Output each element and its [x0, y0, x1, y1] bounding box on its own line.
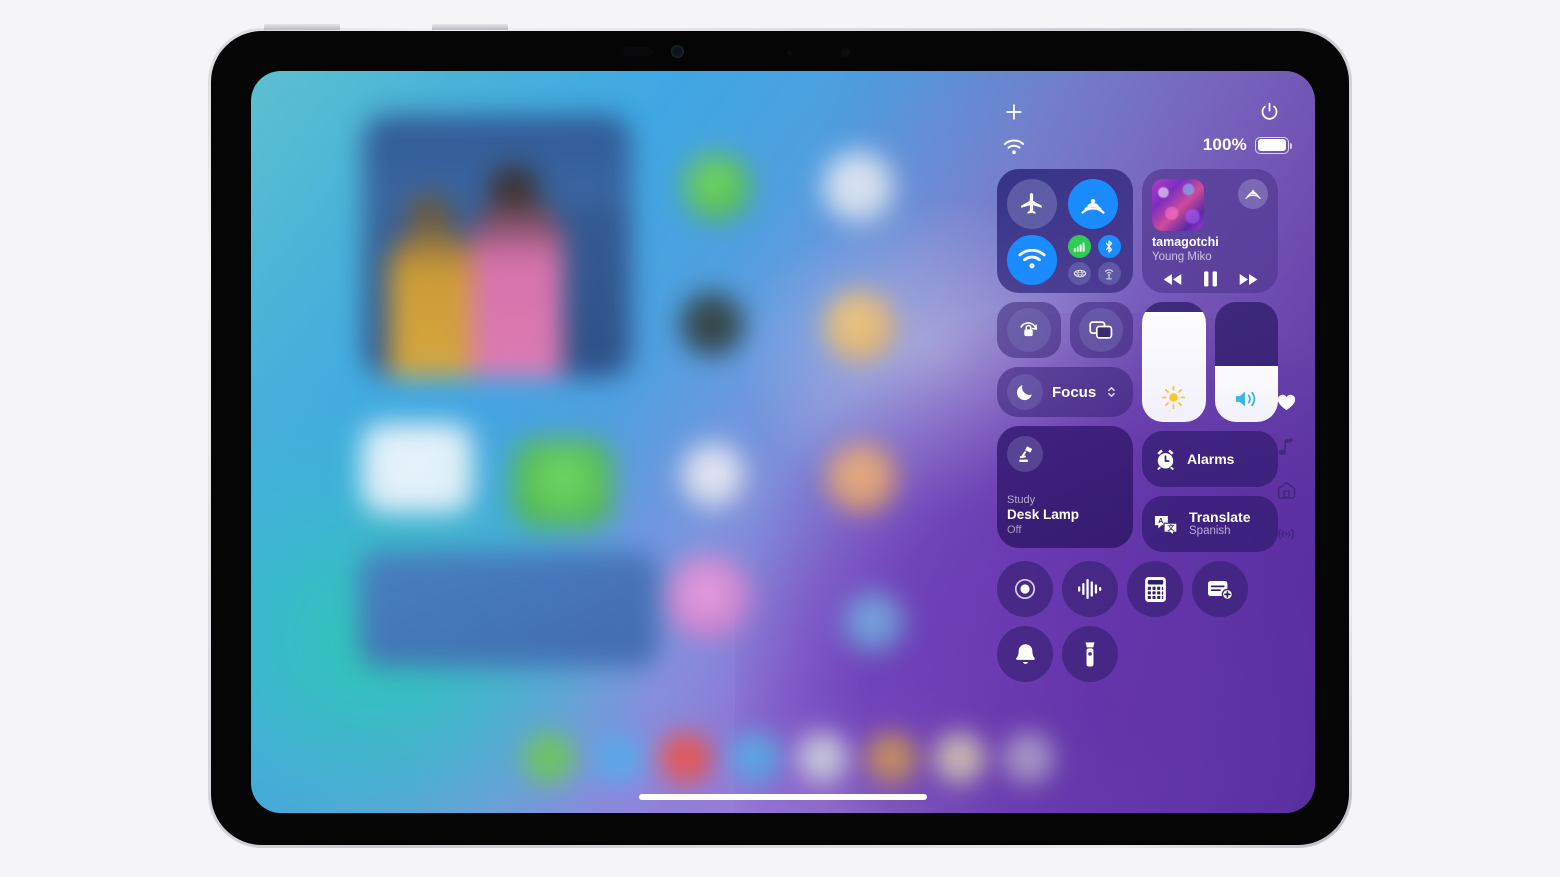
battery-percent-label: 100%: [1202, 135, 1247, 154]
control-center-status-bar: 100%: [997, 93, 1297, 169]
calculator-button[interactable]: [1127, 561, 1183, 617]
vpn-button[interactable]: [1068, 262, 1091, 285]
desk-lamp-icon: [1007, 436, 1043, 472]
airplane-mode-button[interactable]: [1007, 179, 1057, 229]
translate-label: Translate: [1189, 509, 1251, 526]
rotation-lock-button[interactable]: [997, 302, 1061, 358]
translate-sublabel: Spanish: [1189, 525, 1231, 538]
volume-up-button[interactable]: [264, 24, 340, 30]
alarm-clock-icon: [1153, 447, 1178, 472]
ringer-button[interactable]: [997, 626, 1053, 682]
page-now-playing[interactable]: [1278, 437, 1295, 455]
speaker-wave-icon: [1215, 388, 1279, 410]
voice-memo-button[interactable]: [1062, 561, 1118, 617]
play-pause-button[interactable]: [1202, 270, 1219, 288]
screen-mirroring-icon: [1079, 308, 1124, 352]
focus-button[interactable]: Focus: [997, 367, 1133, 417]
screen-mirroring-button[interactable]: [1069, 302, 1133, 358]
now-playing-module[interactable]: tamagotchi Young Miko: [1142, 169, 1278, 293]
sensor-pill-icon: [623, 47, 653, 56]
connectivity-module: [997, 169, 1133, 293]
ipad-screen: 100% Focus Study Desk Lamp Off tamagotch…: [251, 71, 1315, 813]
focus-label: Focus: [1052, 383, 1097, 401]
track-title: tamagotchi: [1152, 236, 1219, 249]
screen-record-button[interactable]: [997, 561, 1053, 617]
alarms-label: Alarms: [1187, 450, 1235, 467]
accessory-state-label: Off: [1007, 524, 1022, 537]
home-accessory-text: Study Desk Lamp Off: [1007, 494, 1123, 538]
power-button[interactable]: [1255, 97, 1283, 125]
new-note-icon: [1206, 577, 1234, 602]
voice-memo-icon: [1076, 577, 1104, 601]
accessory-room-label: Study: [1007, 493, 1036, 506]
page-favorites[interactable]: [1277, 393, 1296, 411]
home-accessory-tile[interactable]: Study Desk Lamp Off: [997, 426, 1133, 548]
translate-shortcut[interactable]: A 文 Translate Spanish: [1142, 496, 1278, 552]
cellular-data-button[interactable]: [1068, 235, 1091, 258]
page-home[interactable]: [1277, 481, 1296, 499]
album-artwork: [1152, 179, 1204, 231]
display-toggle-pair: [997, 302, 1133, 358]
translate-icon: A 文: [1153, 512, 1180, 537]
svg-text:文: 文: [1166, 522, 1174, 531]
svg-text:A: A: [1158, 517, 1163, 524]
control-center-grid: Focus Study Desk Lamp Off tamagotchi You…: [997, 169, 1297, 552]
alarms-shortcut[interactable]: Alarms: [1142, 431, 1278, 487]
utility-buttons-group: [997, 561, 1278, 682]
wifi-status-icon: [1003, 139, 1025, 156]
brightness-sun-icon: [1142, 385, 1206, 410]
bluetooth-button[interactable]: [1097, 235, 1121, 258]
front-camera-icon: [671, 45, 684, 58]
volume-slider[interactable]: [1214, 302, 1279, 422]
rewind-button[interactable]: [1162, 272, 1183, 287]
personal-hotspot-button[interactable]: [1097, 262, 1121, 285]
control-center: 100% Focus Study Desk Lamp Off tamagotch…: [997, 93, 1297, 682]
control-center-left-column: Focus Study Desk Lamp Off: [997, 169, 1133, 552]
screen-record-icon: [1012, 576, 1038, 602]
track-artist: Young Miko: [1152, 250, 1212, 263]
fast-forward-button[interactable]: [1238, 272, 1259, 287]
battery-icon: [1255, 136, 1292, 154]
moon-icon: [1007, 374, 1043, 410]
ipad-device: 100% Focus Study Desk Lamp Off tamagotch…: [208, 24, 1352, 848]
flashlight-button[interactable]: [1062, 626, 1118, 682]
chevron-up-down-icon: [1107, 385, 1116, 399]
volume-down-button[interactable]: [432, 24, 508, 30]
accessory-name-label: Desk Lamp: [1007, 507, 1080, 523]
calculator-icon: [1144, 576, 1167, 603]
sliders-group: [1142, 302, 1278, 422]
add-control-button[interactable]: [1001, 99, 1027, 125]
home-indicator[interactable]: [639, 794, 927, 800]
proximity-sensor-icon: [841, 48, 850, 57]
control-center-page-indicators: [1273, 393, 1299, 543]
flashlight-icon: [1082, 641, 1098, 668]
airdrop-button[interactable]: [1068, 179, 1118, 229]
brightness-slider[interactable]: [1142, 302, 1206, 422]
ambient-sensor-icon: [787, 50, 792, 55]
wifi-button[interactable]: [1007, 235, 1057, 285]
airplay-button[interactable]: [1238, 179, 1268, 209]
battery-status: 100%: [1202, 135, 1292, 155]
bell-icon: [1014, 642, 1037, 667]
control-center-right-column: tamagotchi Young Miko Alarms A 文 Transla…: [1142, 169, 1278, 552]
translate-text: Translate Spanish: [1189, 509, 1250, 539]
page-connectivity[interactable]: [1276, 525, 1296, 543]
device-bezel: 100% Focus Study Desk Lamp Off tamagotch…: [211, 31, 1349, 845]
new-note-button[interactable]: [1192, 561, 1248, 617]
rotation-lock-icon: [1006, 308, 1051, 352]
